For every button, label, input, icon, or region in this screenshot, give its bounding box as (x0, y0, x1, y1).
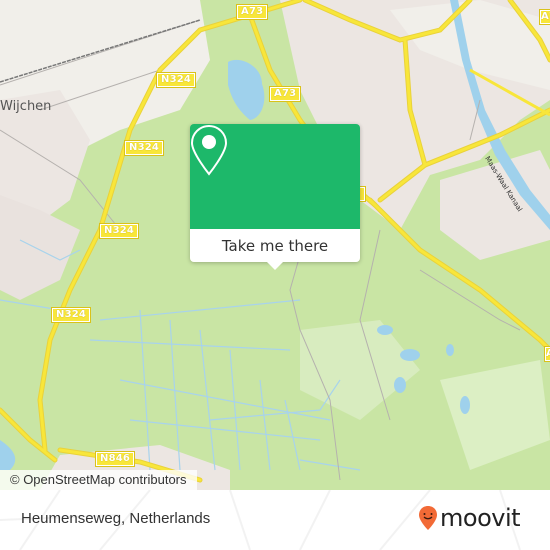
road-label-n324: N324 (155, 72, 197, 88)
road-label-n324: N324 (123, 140, 165, 156)
footer-bar: Heumenseweg, Netherlands moovit (0, 490, 550, 550)
road-label-a73: A73 (268, 86, 302, 102)
road-label-n324: N324 (98, 223, 140, 239)
take-me-there-button[interactable]: Take me there (190, 229, 360, 262)
road-label-n846: N846 (94, 451, 136, 467)
map-view[interactable]: A73 A73 N324 N324 N324 N324 N846 A73 A73… (0, 0, 550, 490)
map-attribution[interactable]: © OpenStreetMap contributors (0, 470, 197, 490)
popup-pointer (267, 262, 283, 270)
moovit-logo[interactable]: moovit (418, 504, 521, 532)
road-label-a73: A73 (544, 346, 550, 362)
location-popup: Take me there (190, 124, 360, 270)
road-label-a73: A73 (539, 9, 550, 25)
moovit-smile-pin-icon (419, 506, 437, 530)
popup-header (190, 124, 360, 229)
road-label-n324: N324 (50, 307, 92, 323)
moovit-logo-text: moovit (440, 504, 521, 532)
map-pin-icon (190, 124, 228, 176)
address-label: Heumenseweg, Netherlands (21, 510, 211, 527)
road-label-a73: A73 (235, 4, 269, 20)
place-label-wijchen: Wijchen (0, 99, 52, 114)
